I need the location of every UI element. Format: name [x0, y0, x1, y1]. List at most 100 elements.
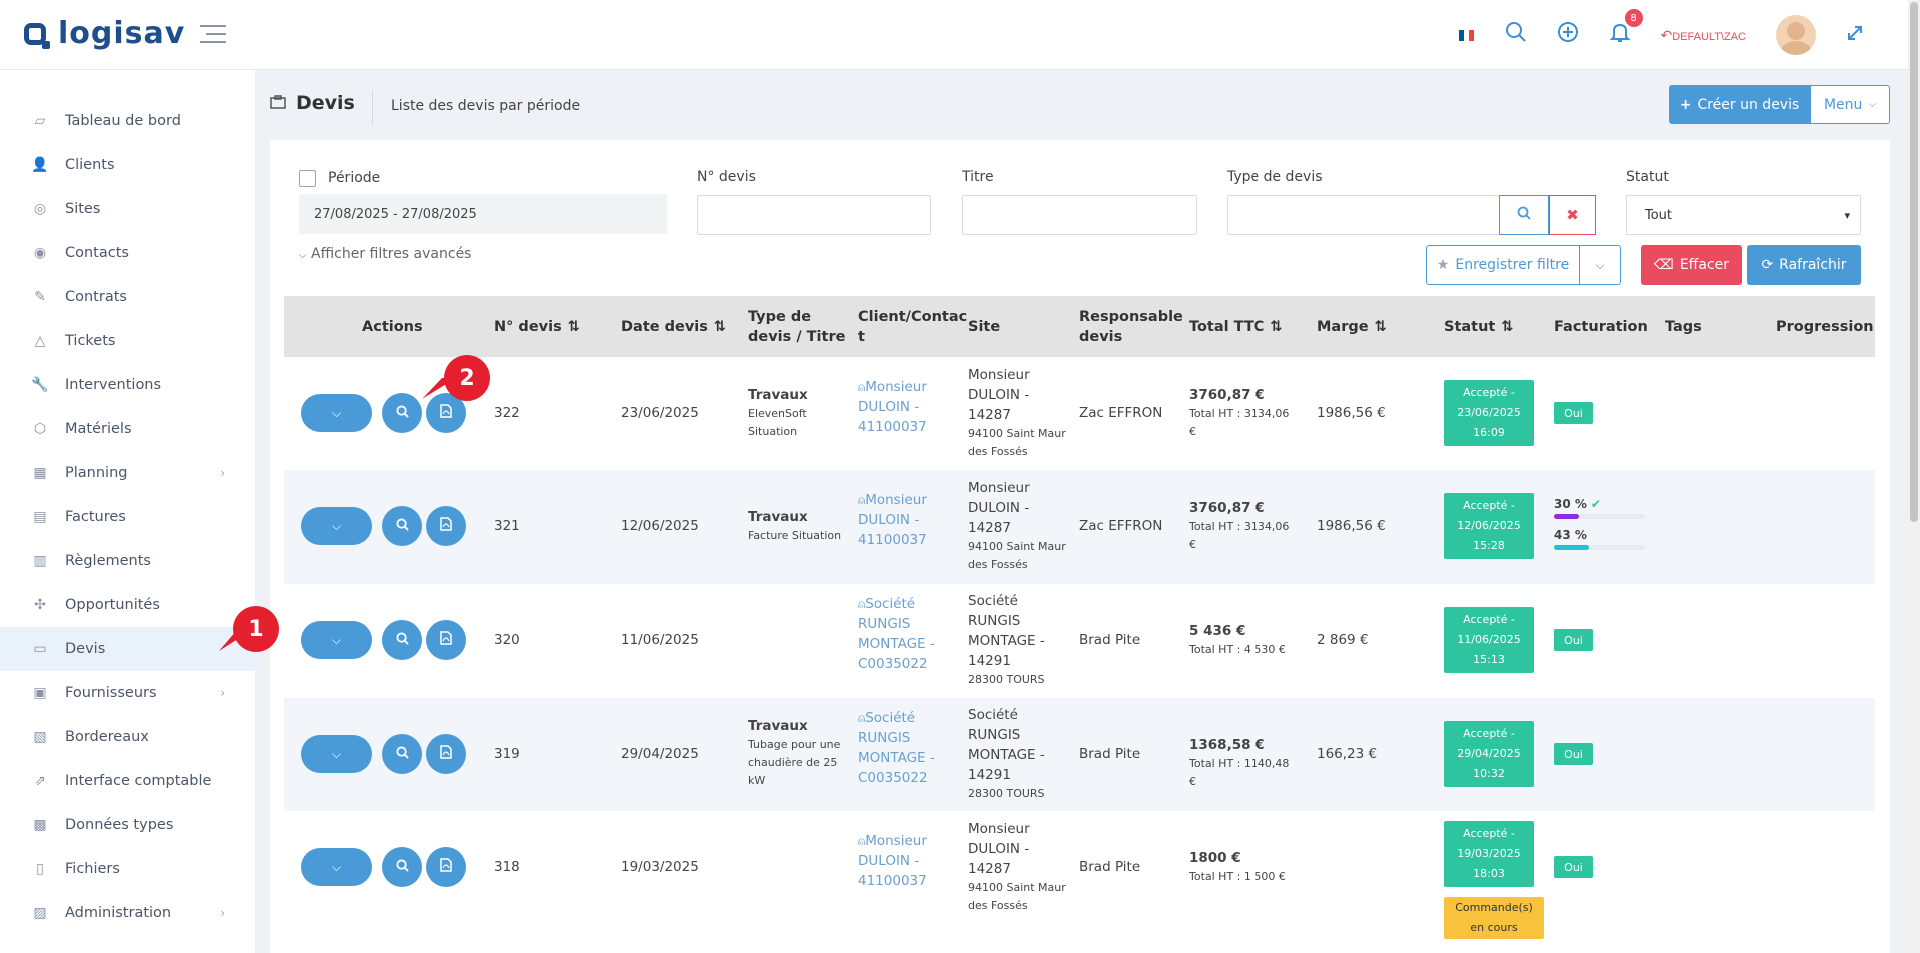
col-margin[interactable]: Marge ⇅	[1317, 296, 1387, 357]
save-filter-label: Enregistrer filtre	[1455, 257, 1570, 273]
billing-badge: Oui	[1554, 402, 1593, 424]
billing-progress-label: 43 %	[1554, 525, 1587, 545]
text-line: 16:09	[1473, 426, 1505, 439]
quote-type: Travaux	[748, 718, 808, 734]
total-ttc: 5 436 €	[1189, 623, 1246, 639]
quote-type-input[interactable]	[1227, 195, 1500, 235]
quote-manager: Zac EFFRON	[1079, 405, 1163, 421]
sidebar-item-clients[interactable]: 👤 Clients	[0, 143, 255, 187]
sidebar-item-planning[interactable]: ▦ Planning ›	[0, 451, 255, 495]
menu-toggle-icon[interactable]	[200, 25, 226, 49]
table-row: ⌵ 321 12/06/2025 Travaux Facture Situation ⍝M…	[284, 470, 1875, 584]
sidebar-item-interventions[interactable]: 🔧 Interventions	[0, 363, 255, 407]
text-line: Société	[865, 596, 916, 612]
title-input[interactable]	[962, 195, 1197, 235]
text-line: Facture Situation	[748, 529, 842, 542]
erase-button[interactable]: ⌫ Effacer	[1641, 245, 1742, 285]
save-filter-dropdown[interactable]: ⌵	[1580, 245, 1621, 285]
view-quote-button[interactable]	[382, 506, 422, 546]
row-actions-dropdown[interactable]: ⌵	[301, 507, 372, 545]
view-quote-button[interactable]	[382, 847, 422, 887]
pdf-quote-button[interactable]	[426, 734, 466, 774]
refresh-button[interactable]: ⟳ Rafraîchir	[1747, 245, 1861, 285]
scrollbar-thumb[interactable]	[1910, 2, 1918, 522]
client-link[interactable]: ⍝Société RUNGIS MONTAGE - C0035022	[858, 594, 948, 674]
sidebar-item-opportunit-s[interactable]: ✣ Opportunités	[0, 583, 255, 627]
col-status[interactable]: Statut ⇅	[1444, 296, 1514, 357]
client-link[interactable]: ⍝Monsieur DULOIN -41100037	[858, 377, 948, 437]
sidebar-item-r-glements[interactable]: ▥ Règlements	[0, 539, 255, 583]
text-line: Commande(s)	[1455, 901, 1533, 914]
sidebar-item-administration[interactable]: ▨ Administration ›	[0, 891, 255, 935]
sidebar-item-bordereaux[interactable]: ▧ Bordereaux	[0, 715, 255, 759]
sidebar-item-label: Règlements	[65, 553, 151, 569]
row-actions-dropdown[interactable]: ⌵	[301, 621, 372, 659]
search-icon	[395, 745, 409, 763]
type-search-button[interactable]	[1499, 195, 1549, 235]
type-clear-button[interactable]: ✖	[1549, 195, 1596, 235]
period-checkbox[interactable]	[299, 170, 316, 187]
menu-dropdown-button[interactable]: Menu ⌵	[1810, 85, 1890, 124]
period-range-input[interactable]: 27/08/2025 - 27/08/2025	[299, 194, 667, 234]
quote-margin: 1986,56 €	[1317, 518, 1386, 534]
sidebar-item-fournisseurs[interactable]: ▣ Fournisseurs ›	[0, 671, 255, 715]
sidebar-item-fichiers[interactable]: ▯ Fichiers	[0, 847, 255, 891]
client-link[interactable]: ⍝Monsieur DULOIN -41100037	[858, 831, 948, 891]
pdf-quote-button[interactable]	[426, 506, 466, 546]
pdf-quote-button[interactable]	[426, 620, 466, 660]
quote-margin: 2 869 €	[1317, 632, 1369, 648]
status-badge: Accepté - 29/04/2025 10:32	[1444, 721, 1534, 787]
quote-total: 1368,58 € Total HT : 1140,48 €	[1189, 735, 1299, 791]
row-actions-dropdown[interactable]: ⌵	[301, 735, 372, 773]
sidebar-item-mat-riels[interactable]: ⬡ Matériels	[0, 407, 255, 451]
col-number[interactable]: N° devis ⇅	[494, 296, 580, 357]
app-logo[interactable]: logisav	[24, 16, 185, 51]
sort-icon: ⇅	[1501, 318, 1514, 335]
client-link[interactable]: ⍝Société RUNGIS MONTAGE - C0035022	[858, 708, 948, 788]
quote-date: 11/06/2025	[621, 632, 699, 648]
language-flag-icon[interactable]	[1458, 29, 1475, 41]
create-quote-button[interactable]: + Créer un devis	[1669, 85, 1810, 124]
wrench-icon: 🔧	[31, 377, 49, 393]
add-circle-icon[interactable]	[1557, 21, 1579, 49]
sidebar-item-tableau-de-bord[interactable]: ▱ Tableau de bord	[0, 99, 255, 143]
sidebar-item-factures[interactable]: ▤ Factures	[0, 495, 255, 539]
page-scrollbar[interactable]	[1908, 0, 1920, 953]
sidebar-item-contacts[interactable]: ◉ Contacts	[0, 231, 255, 275]
text-line: DULOIN -	[968, 841, 1030, 857]
search-icon[interactable]	[1505, 21, 1527, 49]
notification-bell-icon[interactable]: 8	[1609, 9, 1643, 49]
pdf-quote-button[interactable]	[426, 847, 466, 887]
status-select[interactable]: Tout ▾	[1626, 195, 1861, 235]
sidebar-item-sites[interactable]: ◎ Sites	[0, 187, 255, 231]
chevron-down-icon: ⌵	[1868, 99, 1877, 110]
text-line: Accepté -	[1463, 613, 1515, 626]
row-actions-dropdown[interactable]: ⌵	[301, 848, 372, 886]
view-quote-button[interactable]	[382, 734, 422, 774]
sidebar-item-interface-comptable[interactable]: ⇗ Interface comptable	[0, 759, 255, 803]
view-quote-button[interactable]	[382, 393, 422, 433]
text-line: DULOIN -	[968, 387, 1030, 403]
sidebar-item-label: Fournisseurs	[65, 685, 157, 701]
menu-label: Menu	[1823, 96, 1863, 113]
avatar[interactable]	[1776, 15, 1816, 55]
client-link[interactable]: ⍝Monsieur DULOIN -41100037	[858, 490, 948, 550]
sidebar-item-tickets[interactable]: △ Tickets	[0, 319, 255, 363]
text-line: 28300 TOURS	[968, 673, 1045, 686]
briefcase-icon: ▭	[33, 641, 47, 657]
sidebar-item-label: Matériels	[65, 421, 132, 437]
col-date[interactable]: Date devis ⇅	[621, 296, 726, 357]
sidebar-item-donn-es-types[interactable]: ▩ Données types	[0, 803, 255, 847]
col-total[interactable]: Total TTC ⇅	[1189, 296, 1283, 357]
advanced-filters-toggle[interactable]: ⌵ Afficher filtres avancés	[299, 246, 471, 262]
row-actions-dropdown[interactable]: ⌵	[301, 394, 372, 432]
table-row: ⌵ 322 23/06/2025 Travaux ElevenSoft Situation…	[284, 357, 1875, 470]
sidebar-item-contrats[interactable]: ✎ Contrats	[0, 275, 255, 319]
quote-number: 319	[494, 746, 520, 762]
save-filter-button[interactable]: ★ Enregistrer filtre	[1426, 245, 1580, 285]
view-quote-button[interactable]	[382, 620, 422, 660]
quote-number-input[interactable]	[697, 195, 931, 235]
user-switch-link[interactable]: ↶DEFAULT\ZAC	[1661, 27, 1747, 44]
text-line: 94100 Saint Maur	[968, 540, 1066, 553]
fullscreen-icon[interactable]	[1846, 23, 1864, 48]
